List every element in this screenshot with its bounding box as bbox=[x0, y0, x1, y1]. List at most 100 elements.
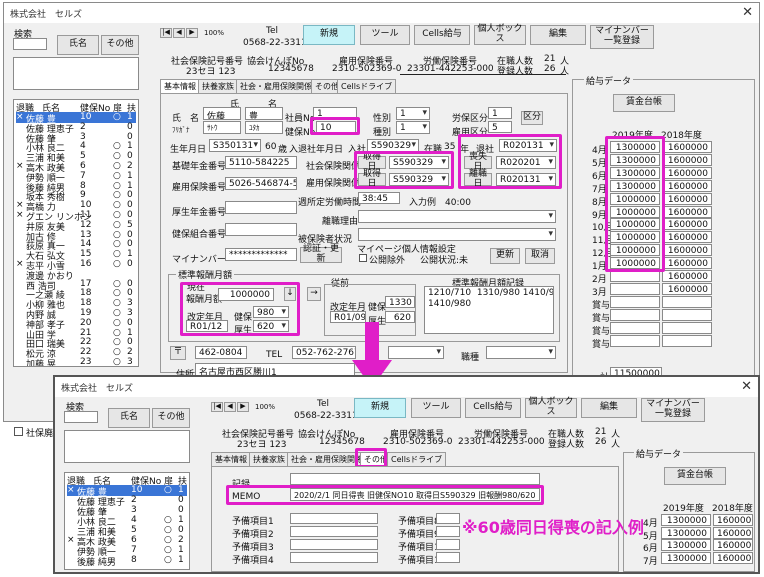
surname-field[interactable]: 佐藤 bbox=[203, 107, 241, 120]
pension-field[interactable]: 5110-584225 bbox=[225, 156, 297, 169]
payroll-value-2019[interactable] bbox=[610, 295, 660, 308]
kind-select[interactable]: 1 bbox=[396, 121, 430, 134]
nav-next-button[interactable]: ▶ bbox=[186, 28, 198, 38]
second-nav-prev-button[interactable]: ◀ bbox=[224, 402, 236, 412]
second-mynumber-register-button[interactable]: マイナンバー 一覧登録 bbox=[641, 398, 705, 422]
furi-surname-field[interactable]: ｻﾄｳ bbox=[203, 121, 241, 134]
prev-kenpo-field[interactable]: 1330 bbox=[385, 296, 415, 308]
search-other-button[interactable]: その他 bbox=[101, 35, 139, 55]
spare-item-field[interactable] bbox=[290, 539, 378, 550]
close-icon[interactable]: ✕ bbox=[742, 5, 753, 20]
search-input[interactable] bbox=[13, 38, 47, 50]
tab-dependents[interactable]: 扶養家族 bbox=[198, 79, 238, 93]
weekly-field[interactable]: 38:45 bbox=[358, 192, 400, 204]
tab-basic[interactable]: 基本情報 bbox=[160, 79, 200, 93]
second-search-name-button[interactable]: 氏名 bbox=[108, 408, 150, 428]
kubun-button[interactable]: 区分 bbox=[521, 111, 543, 125]
payroll-value-2018[interactable]: 1600000 bbox=[662, 192, 712, 205]
birth-select[interactable]: S350131 bbox=[209, 139, 261, 152]
nav-prev-button[interactable]: ◀ bbox=[173, 28, 185, 38]
payroll-value-2019[interactable] bbox=[610, 282, 660, 295]
retired-checkbox[interactable] bbox=[14, 427, 23, 436]
second-nav-next-button[interactable]: ▶ bbox=[237, 402, 249, 412]
rouho-field[interactable]: 1 bbox=[488, 107, 512, 119]
second-tab-basic[interactable]: 基本情報 bbox=[211, 452, 251, 466]
payroll-value-2019[interactable]: 1300000 bbox=[661, 526, 711, 539]
spare-item-field[interactable] bbox=[436, 539, 460, 550]
cells-payroll-button[interactable]: Cells給与 bbox=[414, 25, 470, 45]
public-exclude-checkbox[interactable] bbox=[359, 254, 367, 262]
payroll-value-2019[interactable]: 1300000 bbox=[661, 514, 711, 526]
payroll-value-2018[interactable]: 1600000 bbox=[662, 231, 712, 244]
given-field[interactable]: 豊 bbox=[245, 107, 283, 120]
spare-item-field[interactable] bbox=[436, 513, 460, 524]
tab-insurance[interactable]: 社会・雇用保険関係 bbox=[236, 79, 316, 93]
payroll-value-2018[interactable]: 1600000 bbox=[662, 141, 712, 153]
payroll-value-2019[interactable] bbox=[610, 334, 660, 347]
nav-first-button[interactable]: |◀ bbox=[160, 28, 172, 38]
second-search-input[interactable] bbox=[64, 411, 98, 423]
mynumber-field[interactable]: ************* bbox=[225, 248, 297, 261]
zip-field[interactable]: 462-0804 bbox=[195, 346, 247, 359]
payroll-value-2018[interactable] bbox=[662, 334, 712, 347]
second-nav-first-button[interactable]: |◀ bbox=[211, 402, 223, 412]
payroll-value-2018[interactable]: 1600000 bbox=[662, 282, 712, 295]
payroll-value-2018[interactable]: 1600000 bbox=[662, 270, 712, 282]
edit-button[interactable]: 編集 bbox=[530, 25, 586, 45]
wage-ledger-button[interactable]: 賃金台帳 bbox=[613, 94, 675, 112]
payroll-value-2018[interactable]: 1600000 bbox=[713, 539, 753, 551]
payroll-value-2018[interactable] bbox=[662, 295, 712, 308]
payroll-value-2018[interactable]: 1600000 bbox=[662, 166, 712, 179]
koyou-no-field[interactable]: 5026-546874-5 bbox=[225, 177, 297, 190]
payroll-value-2019[interactable]: 1300000 bbox=[661, 539, 711, 551]
tools-button[interactable]: ツール bbox=[360, 25, 410, 45]
payroll-value-2019[interactable]: 1300000 bbox=[661, 551, 711, 564]
furi-given-field[interactable]: ﾕﾀｶ bbox=[245, 121, 283, 134]
spare-item-field[interactable] bbox=[290, 513, 378, 524]
job-select[interactable] bbox=[486, 346, 556, 359]
payroll-value-2018[interactable]: 1600000 bbox=[662, 218, 712, 231]
mypage-update-button[interactable]: 更新 bbox=[490, 248, 520, 264]
spare-item-field[interactable] bbox=[290, 526, 378, 537]
second-close-icon[interactable]: ✕ bbox=[741, 379, 752, 394]
payroll-value-2018[interactable]: 1600000 bbox=[662, 257, 712, 270]
transfer-arrow-button[interactable]: → bbox=[307, 287, 321, 301]
address-tel-field[interactable]: 052-762-2767 bbox=[292, 346, 356, 359]
new-button[interactable]: 新規 bbox=[303, 25, 355, 45]
second-tab-dependents[interactable]: 扶養家族 bbox=[249, 452, 289, 466]
personal-box-button[interactable]: 個人ボックス bbox=[474, 24, 526, 45]
second-edit-button[interactable]: 編集 bbox=[581, 398, 637, 418]
second-new-button[interactable]: 新規 bbox=[354, 398, 406, 418]
kenpo-kumiai-field[interactable] bbox=[225, 223, 297, 236]
payroll-value-2018[interactable]: 1600000 bbox=[713, 551, 753, 564]
payroll-value-2018[interactable] bbox=[662, 321, 712, 334]
tab-cells-drive[interactable]: Cellsドライブ bbox=[337, 79, 397, 93]
mypage-cancel-button[interactable]: 取消 bbox=[525, 248, 555, 264]
payroll-value-2019[interactable] bbox=[610, 308, 660, 321]
record-field[interactable] bbox=[290, 473, 540, 485]
zip-button[interactable]: 〒 bbox=[170, 346, 186, 360]
payroll-value-2018[interactable]: 1600000 bbox=[662, 179, 712, 192]
kousei-field[interactable] bbox=[225, 201, 297, 214]
second-tab-cells-drive[interactable]: Cellsドライブ bbox=[387, 452, 447, 466]
rishoku-reason-select[interactable] bbox=[358, 210, 556, 223]
payroll-value-2018[interactable]: 1600000 bbox=[662, 205, 712, 218]
spare-item-field[interactable] bbox=[436, 552, 460, 563]
koho-field[interactable]: 5 bbox=[488, 121, 512, 133]
list-item[interactable]: 後藤 純男 8 ○ 1 bbox=[67, 555, 187, 568]
second-tools-button[interactable]: ツール bbox=[411, 398, 461, 418]
second-wage-ledger-button[interactable]: 賃金台帳 bbox=[664, 467, 726, 485]
list-item[interactable]: 加藤 晃 23 ○ 3 bbox=[16, 357, 136, 366]
spare-item-field[interactable] bbox=[436, 526, 460, 537]
payroll-value-2018[interactable]: 1600000 bbox=[662, 244, 712, 257]
payroll-value-2019[interactable] bbox=[610, 321, 660, 334]
second-search-other-button[interactable]: その他 bbox=[152, 408, 190, 428]
payroll-value-2018[interactable] bbox=[662, 308, 712, 321]
sex-select[interactable]: 1 bbox=[396, 107, 430, 120]
hihoken-select[interactable] bbox=[358, 228, 556, 241]
cert-update-button[interactable]: 認証・更新 bbox=[300, 244, 342, 264]
mynumber-register-button[interactable]: マイナンバー 一覧登録 bbox=[590, 25, 654, 49]
payroll-value-2018[interactable]: 1600000 bbox=[713, 526, 753, 539]
second-cells-payroll-button[interactable]: Cells給与 bbox=[465, 398, 521, 418]
second-personal-box-button[interactable]: 個人ボックス bbox=[525, 397, 577, 418]
